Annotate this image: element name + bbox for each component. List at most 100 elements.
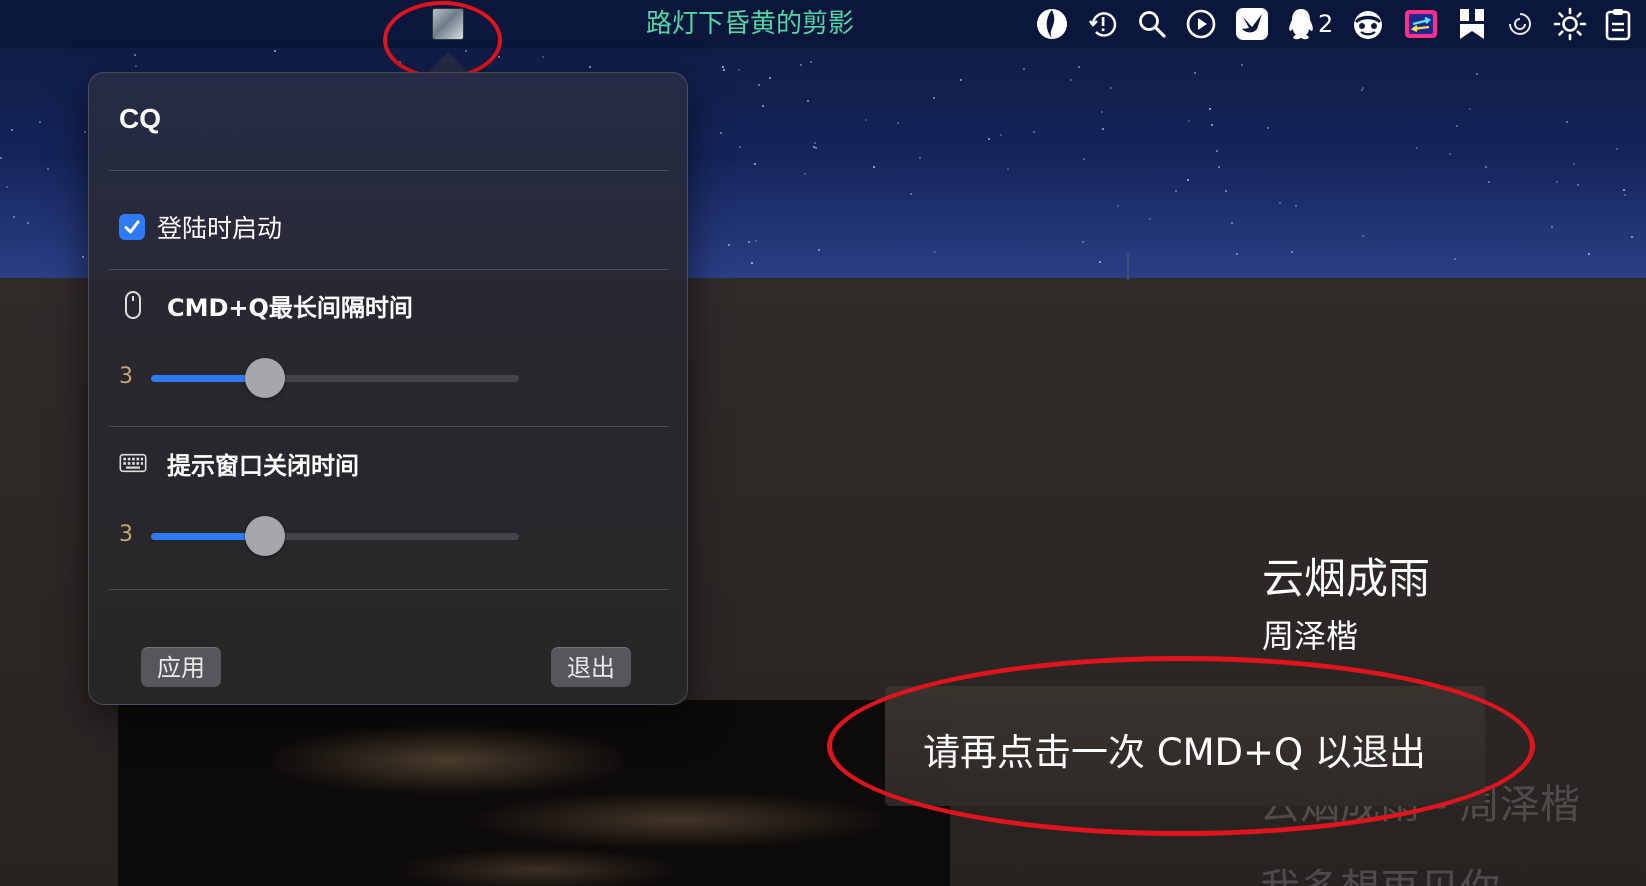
keyboard-icon — [119, 452, 147, 474]
star — [1149, 218, 1151, 220]
star — [1588, 253, 1590, 255]
star — [1099, 261, 1101, 263]
mask-icon[interactable] — [1351, 4, 1385, 44]
star — [274, 50, 276, 52]
star — [1194, 72, 1196, 74]
star — [589, 66, 591, 68]
star — [134, 54, 136, 56]
star — [542, 56, 544, 58]
star — [723, 69, 725, 71]
bird-app-icon[interactable] — [1235, 4, 1269, 44]
max-interval-header: CMD+Q最长间隔时间 — [119, 287, 413, 323]
lulu-icon[interactable] — [1035, 4, 1069, 44]
star — [1070, 79, 1072, 81]
star — [6, 186, 8, 188]
star — [1631, 236, 1633, 238]
star — [1082, 241, 1084, 243]
star — [1102, 128, 1104, 130]
divider — [109, 170, 669, 171]
screen-mirror-icon[interactable] — [1403, 4, 1439, 44]
star — [82, 256, 84, 258]
star — [1469, 108, 1471, 110]
star — [758, 84, 760, 86]
star — [1023, 68, 1025, 70]
bookmark-app-icon[interactable] — [1457, 4, 1487, 44]
cq-settings-popover: CQ 登陆时启动 CMD+Q最长间隔时间 3 提示窗口关闭时间 3 应用 退出 — [88, 72, 688, 705]
qq-icon[interactable]: 2 — [1287, 4, 1333, 44]
hint-close-slider[interactable] — [151, 516, 519, 556]
star — [1267, 127, 1269, 129]
launch-at-login-row[interactable]: 登陆时启动 — [119, 207, 282, 247]
star — [800, 64, 802, 66]
star — [84, 131, 86, 133]
star — [1291, 251, 1293, 253]
star — [135, 65, 137, 67]
slider-knob[interactable] — [245, 358, 286, 398]
max-interval-slider-row: 3 — [119, 358, 519, 398]
brightness-icon[interactable] — [1553, 4, 1587, 44]
star — [1476, 73, 1478, 75]
slider-knob[interactable] — [245, 516, 286, 556]
star — [1279, 202, 1281, 204]
star — [1033, 131, 1035, 133]
star — [933, 97, 935, 99]
star — [1485, 166, 1487, 168]
apply-button[interactable]: 应用 — [141, 647, 221, 687]
star — [1295, 205, 1297, 207]
star — [1000, 134, 1002, 136]
star — [865, 119, 867, 121]
popover-title: CQ — [119, 103, 161, 134]
star — [897, 122, 899, 124]
star — [910, 193, 912, 195]
song-artist: 周泽楷 — [1262, 617, 1359, 655]
song-title: 云烟成雨 — [1262, 554, 1431, 603]
star — [1616, 148, 1618, 150]
max-interval-slider[interactable] — [151, 358, 519, 398]
star — [754, 163, 756, 165]
mouse-icon — [119, 290, 147, 320]
star — [1456, 125, 1458, 127]
star — [1187, 179, 1189, 181]
star — [807, 100, 809, 102]
star — [1236, 253, 1238, 255]
star — [27, 222, 29, 224]
star — [47, 168, 49, 170]
swirl-icon[interactable] — [1505, 4, 1535, 44]
star — [11, 129, 13, 131]
hint-close-header: 提示窗口关闭时间 — [119, 445, 359, 481]
star — [1241, 64, 1243, 66]
antenna-silhouette — [1127, 254, 1129, 280]
star — [0, 157, 2, 159]
launch-at-login-checkbox[interactable] — [119, 214, 145, 240]
quit-button[interactable]: 退出 — [551, 647, 631, 687]
star — [762, 105, 764, 107]
clock-alert-icon[interactable] — [1087, 4, 1119, 44]
star — [1416, 147, 1418, 149]
star — [738, 69, 740, 71]
now-playing-lyric[interactable]: 路灯下昏黄的剪影 — [580, 6, 920, 42]
star — [1454, 258, 1456, 260]
star — [498, 56, 500, 58]
star — [1225, 190, 1227, 192]
star — [818, 249, 820, 251]
star — [1101, 111, 1103, 113]
star — [769, 77, 771, 79]
star — [1175, 190, 1177, 192]
star — [1083, 158, 1085, 160]
star — [1573, 163, 1575, 165]
star — [988, 138, 990, 140]
star — [1211, 124, 1213, 126]
search-icon[interactable] — [1137, 4, 1167, 44]
menu-bar: 路灯下昏黄的剪影 2 — [0, 0, 1646, 79]
star — [1449, 153, 1451, 155]
clipboard-icon[interactable] — [1605, 4, 1631, 44]
max-interval-label: CMD+Q最长间隔时间 — [167, 293, 413, 322]
divider — [109, 589, 669, 590]
checkmark-icon — [124, 220, 140, 234]
star — [1624, 194, 1626, 196]
star — [1218, 166, 1220, 168]
status-tray: 2 — [1035, 4, 1646, 44]
play-circle-icon[interactable] — [1185, 4, 1217, 44]
star — [751, 262, 753, 264]
star — [815, 147, 817, 149]
